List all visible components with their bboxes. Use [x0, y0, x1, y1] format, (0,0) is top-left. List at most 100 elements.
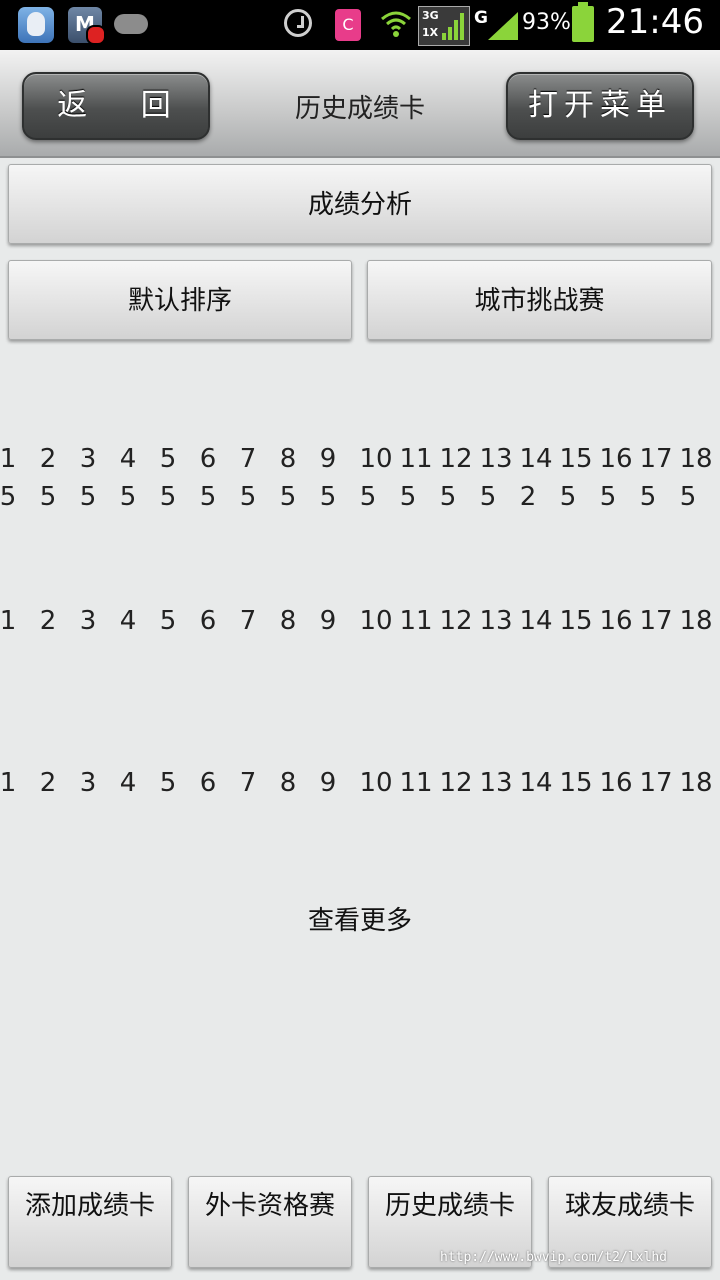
net-3g-label: 3G [422, 9, 439, 22]
hole-number: 4 [119, 444, 137, 474]
hole-number: 5 [159, 444, 177, 474]
hole-number: 4 [119, 606, 137, 636]
alarm-icon [284, 9, 312, 37]
hole-number: 8 [279, 768, 297, 798]
hole-number: 7 [239, 444, 257, 474]
hole-number: 7 [239, 606, 257, 636]
hole-score: 5 [0, 482, 17, 512]
hole-score: 5 [239, 482, 257, 512]
hole-score: 5 [79, 482, 97, 512]
wildcard-qualifier-button[interactable]: 外卡资格赛 [188, 1176, 352, 1268]
score-analysis-button[interactable]: 成绩分析 [8, 164, 712, 244]
hole-score: 2 [519, 482, 537, 512]
network-3g-1x-icon: 3G 1X [418, 6, 470, 46]
hole-number: 6 [199, 606, 217, 636]
card-3-holes-row[interactable]: 1 2 3 4 5 6 7 8 9 10 11 12 13 14 15 16 1… [0, 768, 720, 808]
hole-number: 14 [519, 444, 553, 474]
hole-score: 5 [159, 482, 177, 512]
add-scorecard-button[interactable]: 添加成绩卡 [8, 1176, 172, 1268]
hole-number: 2 [39, 768, 57, 798]
hole-number: 1 [0, 768, 17, 798]
hole-number: 7 [239, 768, 257, 798]
watermark: http://www.bwvip.com/t2/lxlhd [440, 1250, 667, 1265]
hole-score: 5 [199, 482, 217, 512]
hole-number: 5 [159, 606, 177, 636]
hole-number: 9 [319, 606, 337, 636]
battery-percent: 93% [522, 10, 571, 35]
hole-number: 14 [519, 768, 553, 798]
hole-number: 8 [279, 444, 297, 474]
hole-number: 14 [519, 606, 553, 636]
hole-score: 5 [359, 482, 377, 512]
hole-number: 17 [639, 606, 673, 636]
hole-score: 5 [679, 482, 697, 512]
c-app-icon: C [335, 9, 361, 41]
page-title: 历史成绩卡 [294, 94, 425, 124]
battery-icon [572, 2, 594, 42]
hole-number: 12 [439, 444, 473, 474]
qq-icon [18, 7, 54, 43]
hole-number: 4 [119, 768, 137, 798]
hole-number: 13 [479, 606, 513, 636]
open-menu-button[interactable]: 打开菜单 [506, 72, 694, 140]
hole-number: 18 [679, 606, 713, 636]
hole-number: 2 [39, 606, 57, 636]
hole-number: 12 [439, 606, 473, 636]
hole-number: 10 [359, 768, 393, 798]
hole-number: 2 [39, 444, 57, 474]
hole-number: 16 [599, 606, 633, 636]
hole-number: 3 [79, 606, 97, 636]
net-1x-label: 1X [422, 26, 439, 39]
hole-number: 13 [479, 444, 513, 474]
hole-number: 5 [159, 768, 177, 798]
hole-number: 15 [559, 606, 593, 636]
card-1-scores-row[interactable]: 5 5 5 5 5 5 5 5 5 5 5 5 5 2 5 5 5 5 [0, 482, 720, 522]
hole-number: 10 [359, 444, 393, 474]
signal-icon [488, 12, 518, 40]
hole-number: 15 [559, 768, 593, 798]
hole-score: 5 [439, 482, 457, 512]
hole-number: 11 [399, 768, 433, 798]
hole-number: 8 [279, 606, 297, 636]
view-more-link[interactable]: 查看更多 [220, 900, 500, 937]
hole-number: 3 [79, 768, 97, 798]
mcafee-icon: M [68, 7, 106, 45]
wifi-icon [381, 11, 411, 37]
default-sort-button[interactable]: 默认排序 [8, 260, 352, 340]
hole-number: 1 [0, 606, 17, 636]
hole-number: 6 [199, 768, 217, 798]
hole-number: 15 [559, 444, 593, 474]
clock: 21:46 [606, 2, 704, 42]
hole-number: 16 [599, 768, 633, 798]
hole-number: 10 [359, 606, 393, 636]
hole-number: 17 [639, 444, 673, 474]
card-1-holes-row[interactable]: 1 2 3 4 5 6 7 8 9 10 11 12 13 14 15 16 1… [0, 444, 720, 484]
hole-score: 5 [479, 482, 497, 512]
hole-score: 5 [279, 482, 297, 512]
hole-score: 5 [639, 482, 657, 512]
card-2-holes-row[interactable]: 1 2 3 4 5 6 7 8 9 10 11 12 13 14 15 16 1… [0, 606, 720, 646]
title-bar: 返 回 历史成绩卡 打开菜单 [0, 50, 720, 158]
hole-number: 16 [599, 444, 633, 474]
status-bar: M C 3G 1X G 93% 21:46 [0, 0, 720, 50]
hole-number: 6 [199, 444, 217, 474]
hole-score: 5 [319, 482, 337, 512]
city-challenge-button[interactable]: 城市挑战赛 [367, 260, 712, 340]
hole-number: 3 [79, 444, 97, 474]
hole-score: 5 [399, 482, 417, 512]
hole-score: 5 [559, 482, 577, 512]
cloud-icon [114, 14, 148, 34]
hole-number: 12 [439, 768, 473, 798]
hole-number: 9 [319, 768, 337, 798]
hole-number: 17 [639, 768, 673, 798]
hole-score: 5 [599, 482, 617, 512]
hole-number: 1 [0, 444, 17, 474]
hole-number: 18 [679, 444, 713, 474]
hole-number: 9 [319, 444, 337, 474]
hole-score: 5 [39, 482, 57, 512]
hole-score: 5 [119, 482, 137, 512]
hole-number: 11 [399, 444, 433, 474]
hole-number: 13 [479, 768, 513, 798]
hole-number: 18 [679, 768, 713, 798]
back-button[interactable]: 返 回 [22, 72, 210, 140]
